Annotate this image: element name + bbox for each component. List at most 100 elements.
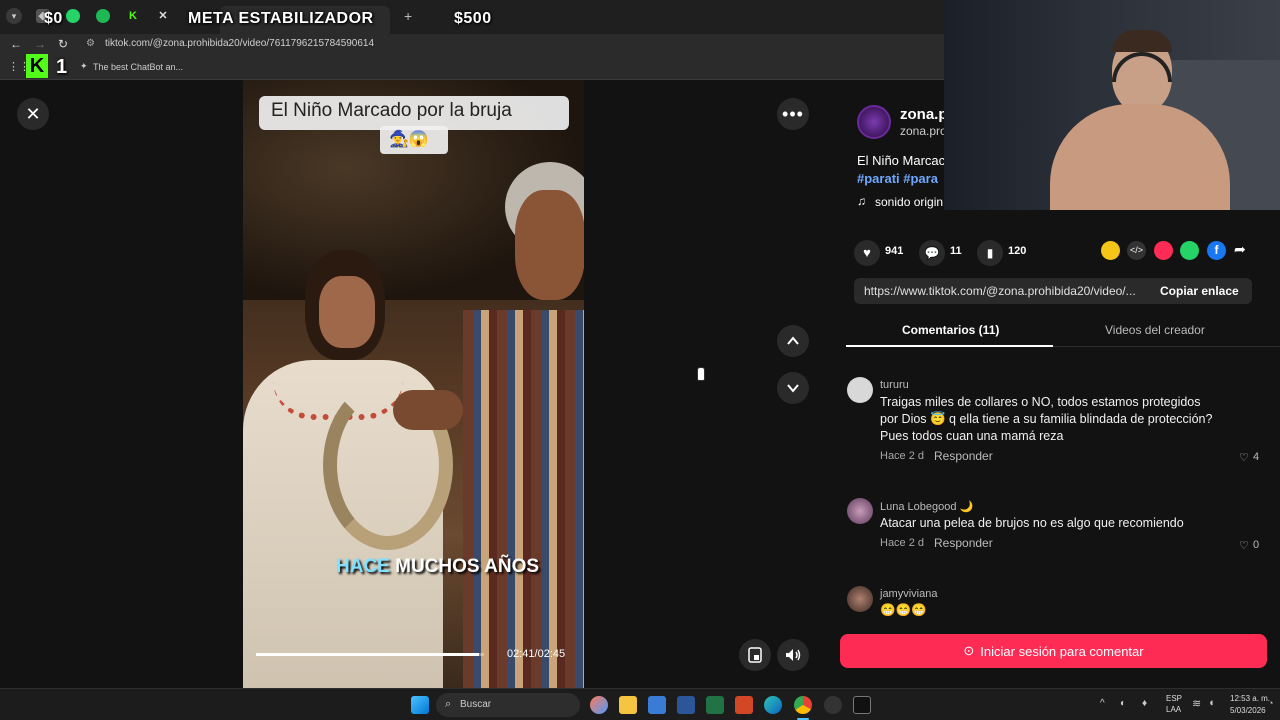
- scene-woman-face: [319, 276, 375, 348]
- search-icon: ⌕: [445, 698, 452, 710]
- video-caption: HACE MUCHOS AÑOS: [336, 556, 539, 578]
- send-icon[interactable]: [1154, 241, 1173, 260]
- comment-text: Traigas miles de collares o NO, todos es…: [880, 395, 1213, 443]
- login-to-comment-button[interactable]: ⊙ Iniciar sesión para comentar: [840, 634, 1267, 668]
- comment-count: 11: [950, 245, 962, 257]
- like-button[interactable]: ♥: [854, 240, 880, 266]
- tab-comments[interactable]: Comentarios (11): [902, 323, 999, 337]
- avatar[interactable]: [847, 586, 873, 612]
- sound-name[interactable]: sonido origin: [875, 195, 943, 209]
- chevron-down-icon: [787, 384, 799, 393]
- clock-time[interactable]: 12:53 a. m.: [1230, 694, 1270, 703]
- reload-icon[interactable]: ↻: [58, 37, 68, 51]
- reply-button[interactable]: Responder: [934, 536, 993, 550]
- heart-icon: ♥: [863, 245, 871, 260]
- comment-username[interactable]: jamyviviana: [880, 588, 937, 600]
- previous-video-button[interactable]: [777, 325, 809, 357]
- more-icon: •••: [782, 104, 804, 124]
- windows-start-icon[interactable]: [411, 696, 429, 714]
- comment-button[interactable]: 💬: [919, 240, 945, 266]
- donation-target: $500: [454, 10, 492, 27]
- embed-icon[interactable]: </>: [1127, 241, 1146, 260]
- wifi-icon[interactable]: ≋: [1192, 697, 1201, 710]
- word-icon[interactable]: [677, 696, 695, 714]
- comment-like-count: 0: [1253, 539, 1260, 551]
- excel-icon[interactable]: [706, 696, 724, 714]
- progress-fill: [256, 653, 480, 656]
- scene-man-poncho: [463, 310, 584, 688]
- video-player[interactable]: El Niño Marcado por la bruja 🧙‍♀️😱 HACE …: [243, 80, 584, 688]
- copy-link-button[interactable]: Copiar enlace: [1160, 284, 1239, 298]
- taskbar-search-box[interactable]: [436, 693, 580, 717]
- windows-taskbar: ⌕ Buscar ^ ◐ ♦ ESP LAA ≋ ◖ 12:53 a. m. 5…: [0, 688, 1280, 720]
- caption-rest: MUCHOS AÑOS: [395, 556, 540, 577]
- donation-current: $0: [44, 10, 63, 27]
- facebook-share-icon[interactable]: f: [1207, 241, 1226, 260]
- comment-time: Hace 2 d: [880, 450, 925, 462]
- miniplayer-button[interactable]: [739, 639, 771, 671]
- whatsapp-icon[interactable]: [66, 9, 80, 23]
- caption-highlight: HACE: [336, 556, 390, 577]
- forward-icon[interactable]: →: [34, 37, 46, 51]
- whatsapp-share-icon[interactable]: [1180, 241, 1199, 260]
- tab-creator-videos[interactable]: Videos del creador: [1105, 323, 1205, 337]
- keyboard-lang[interactable]: ESP: [1166, 694, 1182, 703]
- site-info-icon[interactable]: ⚙: [86, 38, 98, 50]
- share-arrow-icon[interactable]: ➦: [1234, 241, 1246, 258]
- more-options-button[interactable]: •••: [777, 98, 809, 130]
- tray-app-icon[interactable]: ◐: [1120, 698, 1126, 709]
- progress-track[interactable]: [256, 653, 484, 656]
- comment-like-icon[interactable]: ♡: [1239, 539, 1249, 552]
- creator-name[interactable]: zona.p: [900, 106, 948, 123]
- miniplayer-icon: [748, 647, 762, 663]
- url-text[interactable]: tiktok.com/@zona.prohibida20/video/76117…: [105, 38, 374, 49]
- store-icon[interactable]: [648, 696, 666, 714]
- volume-button[interactable]: [777, 639, 809, 671]
- chrome-icon[interactable]: [794, 696, 812, 714]
- bookmark-chatbot[interactable]: The best ChatBot an...: [93, 62, 183, 72]
- clock-date[interactable]: 5/03/2026: [1230, 706, 1266, 715]
- share-repost-button[interactable]: [1101, 241, 1120, 260]
- edge-icon[interactable]: [764, 696, 782, 714]
- new-tab-button[interactable]: +: [404, 8, 412, 24]
- chatbot-icon: ✦: [80, 61, 88, 71]
- browser-tab-bar: ▾ ◆ K ✕ + $0 META ESTABILIZADOR $500: [0, 0, 944, 34]
- tray-chevron-icon[interactable]: ^: [1100, 698, 1105, 709]
- music-icon: ♫: [857, 194, 866, 208]
- comment-username[interactable]: tururu: [880, 379, 909, 391]
- avatar[interactable]: [847, 377, 873, 403]
- x-icon[interactable]: ✕: [156, 9, 170, 23]
- copilot-icon[interactable]: [590, 696, 608, 714]
- close-button[interactable]: ✕: [17, 98, 49, 130]
- next-video-button[interactable]: [777, 372, 809, 404]
- comment-bubble-icon: ⊙: [963, 643, 975, 658]
- share-link-text[interactable]: https://www.tiktok.com/@zona.prohibida20…: [864, 284, 1136, 298]
- avatar[interactable]: [847, 498, 873, 524]
- spotify-icon[interactable]: [96, 9, 110, 23]
- reply-button[interactable]: Responder: [934, 449, 993, 463]
- bookmarks-bar: ⋮⋮ K 1 ✦ The best ChatBot an...: [0, 54, 944, 80]
- file-explorer-icon[interactable]: [619, 696, 637, 714]
- tray-mic-icon[interactable]: ♦: [1142, 698, 1147, 709]
- comment-username[interactable]: Luna Lobegood 🌙: [880, 500, 973, 513]
- back-icon[interactable]: ←: [10, 37, 22, 51]
- channel-number: 1: [56, 56, 68, 78]
- login-button-label: Iniciar sesión para comentar: [980, 643, 1144, 659]
- creator-avatar[interactable]: [857, 105, 891, 139]
- save-button[interactable]: ▮: [977, 240, 1003, 266]
- kick-icon[interactable]: K: [126, 9, 140, 23]
- powerpoint-icon[interactable]: [735, 696, 753, 714]
- creator-handle: zona.pro: [900, 124, 947, 138]
- video-title-emoji: 🧙‍♀️😱: [389, 131, 429, 148]
- obs-icon[interactable]: [824, 696, 842, 714]
- comment-icon: 💬: [924, 246, 940, 260]
- tab-menu-button[interactable]: ▾: [6, 8, 22, 24]
- mouse-cursor-icon: [697, 367, 705, 381]
- taskbar-search-placeholder: Buscar: [460, 699, 492, 710]
- notification-bell-icon[interactable]: ◔: [1268, 698, 1273, 708]
- comment-like-icon[interactable]: ♡: [1239, 451, 1249, 464]
- speaker-icon[interactable]: ◖: [1208, 697, 1215, 709]
- webcam-person-hair: [1112, 30, 1172, 52]
- app-icon[interactable]: [853, 696, 871, 714]
- hashtags[interactable]: #parati #para: [857, 171, 938, 186]
